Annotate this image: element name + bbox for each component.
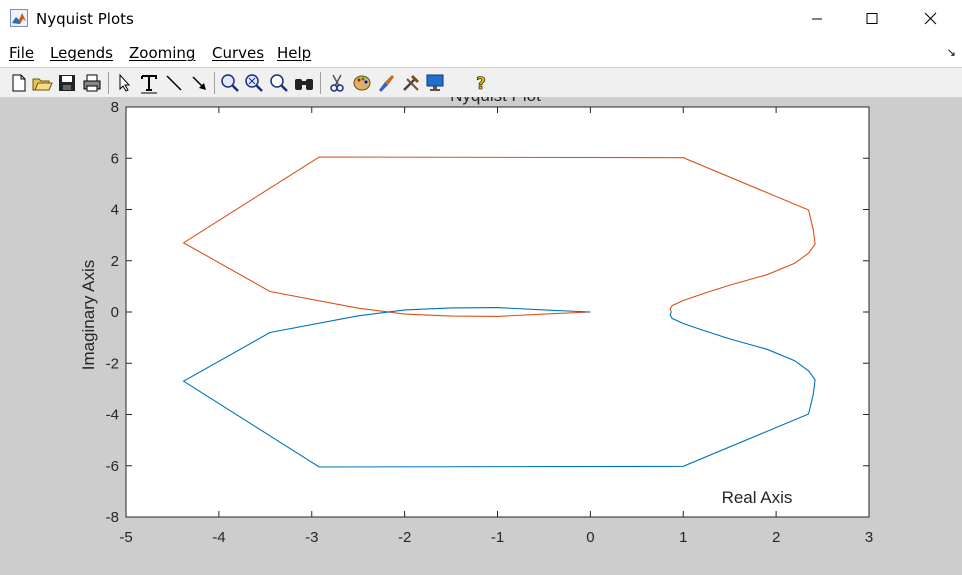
minimize-button[interactable] [794,0,840,38]
y-tick-label: -8 [106,509,119,526]
x-tick-label: -3 [305,529,318,546]
zoom-reset-icon[interactable] [268,72,290,94]
select-arrow-icon[interactable] [114,72,136,94]
menu-bar: File Legends Zooming Curves Help ↘ [0,38,962,67]
window-title: Nyquist Plots [36,10,134,28]
x-tick-label: -1 [491,529,504,546]
matlab-figure-icon [10,9,28,27]
help-icon[interactable]: ? [470,72,492,94]
plot-area [126,107,869,517]
x-tick-label: -2 [398,529,411,546]
y-tick-label: 4 [111,202,119,219]
menu-zooming[interactable]: Zooming [129,44,195,62]
insert-arrow-icon[interactable] [188,72,210,94]
x-tick-label: 2 [772,529,780,546]
menu-legends[interactable]: Legends [50,44,113,62]
toolbar-separator [320,72,321,94]
figure-canvas: -5 -4 -3 -2 -1 0 1 2 3 -8 -6 -4 -2 0 2 4 6 8 Nyquist Plo… [0,97,962,575]
binoculars-icon[interactable] [293,72,315,94]
brush-icon[interactable] [375,72,397,94]
y-axis-label: Imaginary Axis [79,260,98,371]
window-titlebar: Nyquist Plots [0,0,962,38]
zoom-out-icon[interactable] [243,72,265,94]
insert-line-icon[interactable] [163,72,185,94]
print-icon[interactable] [81,72,103,94]
y-tick-label: 6 [111,150,119,167]
figure-toolbar: ? [0,67,962,98]
x-tick-label: -4 [212,529,225,546]
monitor-icon[interactable] [424,72,446,94]
maximize-button[interactable] [849,0,895,38]
y-tick-label: 2 [111,253,119,270]
y-tick-label: 0 [111,304,119,321]
scissors-icon[interactable] [326,72,348,94]
y-tick-label: -2 [106,355,119,372]
close-button[interactable] [908,0,954,38]
x-axis-label: Real Axis [722,488,793,507]
menu-file[interactable]: File [9,44,34,62]
y-tick-label: 8 [111,99,119,116]
toolbar-separator [214,72,215,94]
svg-text:?: ? [476,74,486,94]
tools-icon[interactable] [400,72,422,94]
new-file-icon[interactable] [8,72,30,94]
insert-text-icon[interactable] [138,72,160,94]
toolbar-separator [108,72,109,94]
save-icon[interactable] [56,72,78,94]
dock-arrow-icon[interactable]: ↘ [947,46,956,59]
y-tick-label: -6 [106,458,119,475]
zoom-in-icon[interactable] [219,72,241,94]
chart-title: Nyquist Plot [450,97,541,105]
x-tick-label: 3 [865,529,873,546]
menu-help[interactable]: Help [277,44,311,62]
open-folder-icon[interactable] [31,72,53,94]
y-tick-label: -4 [106,407,119,424]
x-tick-label: 1 [679,529,687,546]
x-tick-label: 0 [586,529,594,546]
palette-icon[interactable] [351,72,373,94]
x-tick-label: -5 [119,529,132,546]
nyquist-chart: -5 -4 -3 -2 -1 0 1 2 3 -8 -6 -4 -2 0 2 4 6 8 Nyquist Plo… [79,97,873,546]
menu-curves[interactable]: Curves [212,44,264,62]
